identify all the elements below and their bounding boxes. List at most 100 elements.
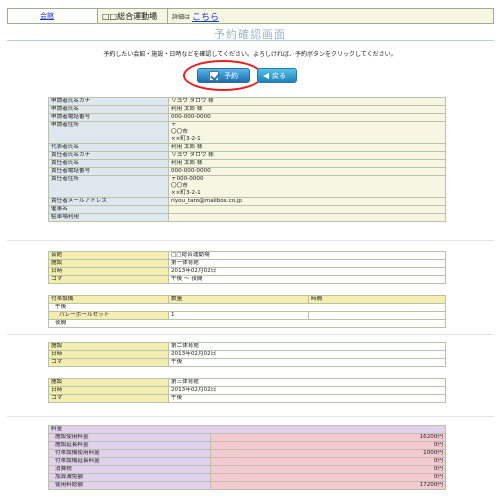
row-label: 駐車場利用: [48, 213, 169, 222]
row-label: 責任者氏名: [48, 159, 169, 168]
row-label: 日時: [48, 386, 169, 395]
detail-cell: 詳細は こちら: [168, 9, 493, 23]
row-value: 000-000-0000: [168, 167, 446, 176]
table-row: コマ 午後: [48, 394, 446, 403]
back-button[interactable]: 戻る: [257, 68, 297, 83]
column-header: 付帯設備: [48, 295, 169, 304]
row-label: 責任者氏名カナ: [48, 151, 169, 160]
facility-table-2: 施設 第二体育館 日時 2013年02月02日 コマ 午後: [48, 342, 446, 367]
row-label: コマ: [48, 275, 169, 284]
detail-link[interactable]: こちら: [192, 10, 219, 23]
table-row: 責任者メールアドレス riyou_taro@mailbox.co.jp: [48, 197, 446, 206]
table-row: 日時 2013年02月02日: [48, 386, 446, 395]
column-header: 数量: [168, 295, 309, 304]
row-label: 申請者氏名: [48, 105, 169, 114]
row-label: 日時: [48, 267, 169, 276]
row-label: 責任者住所: [48, 175, 169, 198]
table-row: 夜間: [48, 319, 446, 328]
fees-header: 料金: [48, 425, 446, 434]
address-line: 〇〇市: [171, 183, 188, 189]
table-row: 消費税 0円: [48, 465, 446, 474]
venue-link[interactable]: 会館: [40, 11, 54, 21]
table-row: コマ 午後: [48, 358, 446, 367]
table-row: 施設 第三体育館: [48, 378, 446, 387]
row-label: コマ: [48, 358, 169, 367]
table-row: 施設 第一体育館: [48, 259, 446, 268]
table-row: 申請者住所 〒 〇〇市 ××町3-2-1: [48, 121, 446, 144]
row-label: 申請者氏名カナ: [48, 97, 169, 106]
table-row: 代表者氏名 利用 太郎 様: [48, 143, 446, 152]
slot-group: 夜間: [48, 319, 446, 328]
table-row: コマ 午後 〜 夜間: [48, 275, 446, 284]
row-label: 申請者住所: [48, 121, 169, 144]
row-value: 第三体育館: [168, 378, 446, 387]
venue-link-cell: 会館: [8, 9, 98, 23]
equipment-table: 付帯設備 数量 時間 午後 バレーボールセット 1 夜間: [48, 295, 446, 328]
row-label: 施設延長料金: [48, 441, 211, 450]
table-header-row: 付帯設備 数量 時間: [48, 295, 446, 304]
table-row: 付帯設備使用料金 1000円: [48, 449, 446, 458]
venue-table: 会館 □□総合運動場 施設 第一体育館 日時 2013年02月02日 コマ 午後 〜 夜…: [48, 251, 446, 284]
row-label: 催事名: [48, 205, 169, 214]
row-label: 責任者電話番号: [48, 167, 169, 176]
table-row: 会館 □□総合運動場: [48, 251, 446, 260]
table-row: 日時 2013年02月02日: [48, 350, 446, 359]
check-icon: [209, 70, 219, 81]
title-divider: [7, 40, 494, 41]
table-row: 加算減免額 0円: [48, 473, 446, 482]
row-value: 0円: [210, 473, 446, 482]
section-divider: [7, 416, 494, 417]
table-row: 付帯設備延長料金 0円: [48, 457, 446, 466]
column-header: 時間: [308, 295, 446, 304]
row-value: 第一体育館: [168, 259, 446, 268]
row-label: 加算減免額: [48, 473, 211, 482]
detail-label: 詳細は: [172, 13, 191, 21]
row-label: 使用料総額: [48, 481, 211, 490]
table-row: 駐車場利用: [48, 213, 446, 222]
row-label: 代表者氏名: [48, 143, 169, 152]
applicant-table: 申請者氏名カナ リヨウ タロウ 様 申請者氏名 利用 太郎 様 申請者電話番号 000…: [48, 97, 446, 222]
row-value: 第二体育館: [168, 342, 446, 351]
row-value: 午後 〜 夜間: [168, 275, 446, 284]
instruction-text: 予約したい会館・施設・日時などを確認してください。よろしければ、予約ボタンをクリ…: [103, 51, 397, 58]
row-label: 会館: [48, 251, 169, 260]
table-row: 料金: [48, 425, 446, 434]
row-label: 消費税: [48, 465, 211, 474]
address-value: 〒000-0000 〇〇市 ××町3-2-1: [168, 175, 446, 198]
row-value: リヨウ タロウ 様: [168, 151, 446, 160]
row-value: 0円: [210, 457, 446, 466]
address-line: ××町3-2-1: [171, 190, 201, 196]
address-line: 〇〇市: [171, 129, 188, 135]
facility-table-3: 施設 第三体育館 日時 2013年02月02日 コマ 午後: [48, 378, 446, 403]
row-value: 利用 太郎 様: [168, 143, 446, 152]
row-label: 責任者メールアドレス: [48, 197, 169, 206]
row-label: 施設: [48, 378, 169, 387]
table-row: 施設使用料金 16200円: [48, 433, 446, 442]
reserve-button-label: 予約: [224, 71, 238, 80]
row-value: 利用 太郎 様: [168, 159, 446, 168]
row-value: 0円: [210, 465, 446, 474]
slot-group: 午後: [48, 303, 446, 312]
row-label: 施設使用料金: [48, 433, 211, 442]
row-value: riyou_taro@mailbox.co.jp: [168, 197, 446, 206]
row-value: リヨウ タロウ 様: [168, 97, 446, 106]
equipment-time: [308, 311, 446, 320]
back-button-label: 戻る: [272, 71, 286, 80]
table-row: 施設延長料金 0円: [48, 441, 446, 450]
row-value: 午後: [168, 394, 446, 403]
row-label: 施設: [48, 259, 169, 268]
address-line: ××町3-2-1: [171, 136, 201, 142]
row-value: 17200円: [210, 481, 446, 490]
equipment-qty: 1: [168, 311, 309, 320]
venue-name: □□総合運動場: [98, 9, 168, 23]
row-value: 利用 太郎 様: [168, 105, 446, 114]
row-value: 16200円: [210, 433, 446, 442]
row-value: 2013年02月02日: [168, 267, 446, 276]
row-label: 付帯設備使用料金: [48, 449, 211, 458]
reserve-button[interactable]: 予約: [197, 68, 250, 83]
row-label: コマ: [48, 394, 169, 403]
row-value: 午後: [168, 358, 446, 367]
row-value: 0円: [210, 441, 446, 450]
row-label: 付帯設備延長料金: [48, 457, 211, 466]
section-divider: [7, 334, 494, 335]
